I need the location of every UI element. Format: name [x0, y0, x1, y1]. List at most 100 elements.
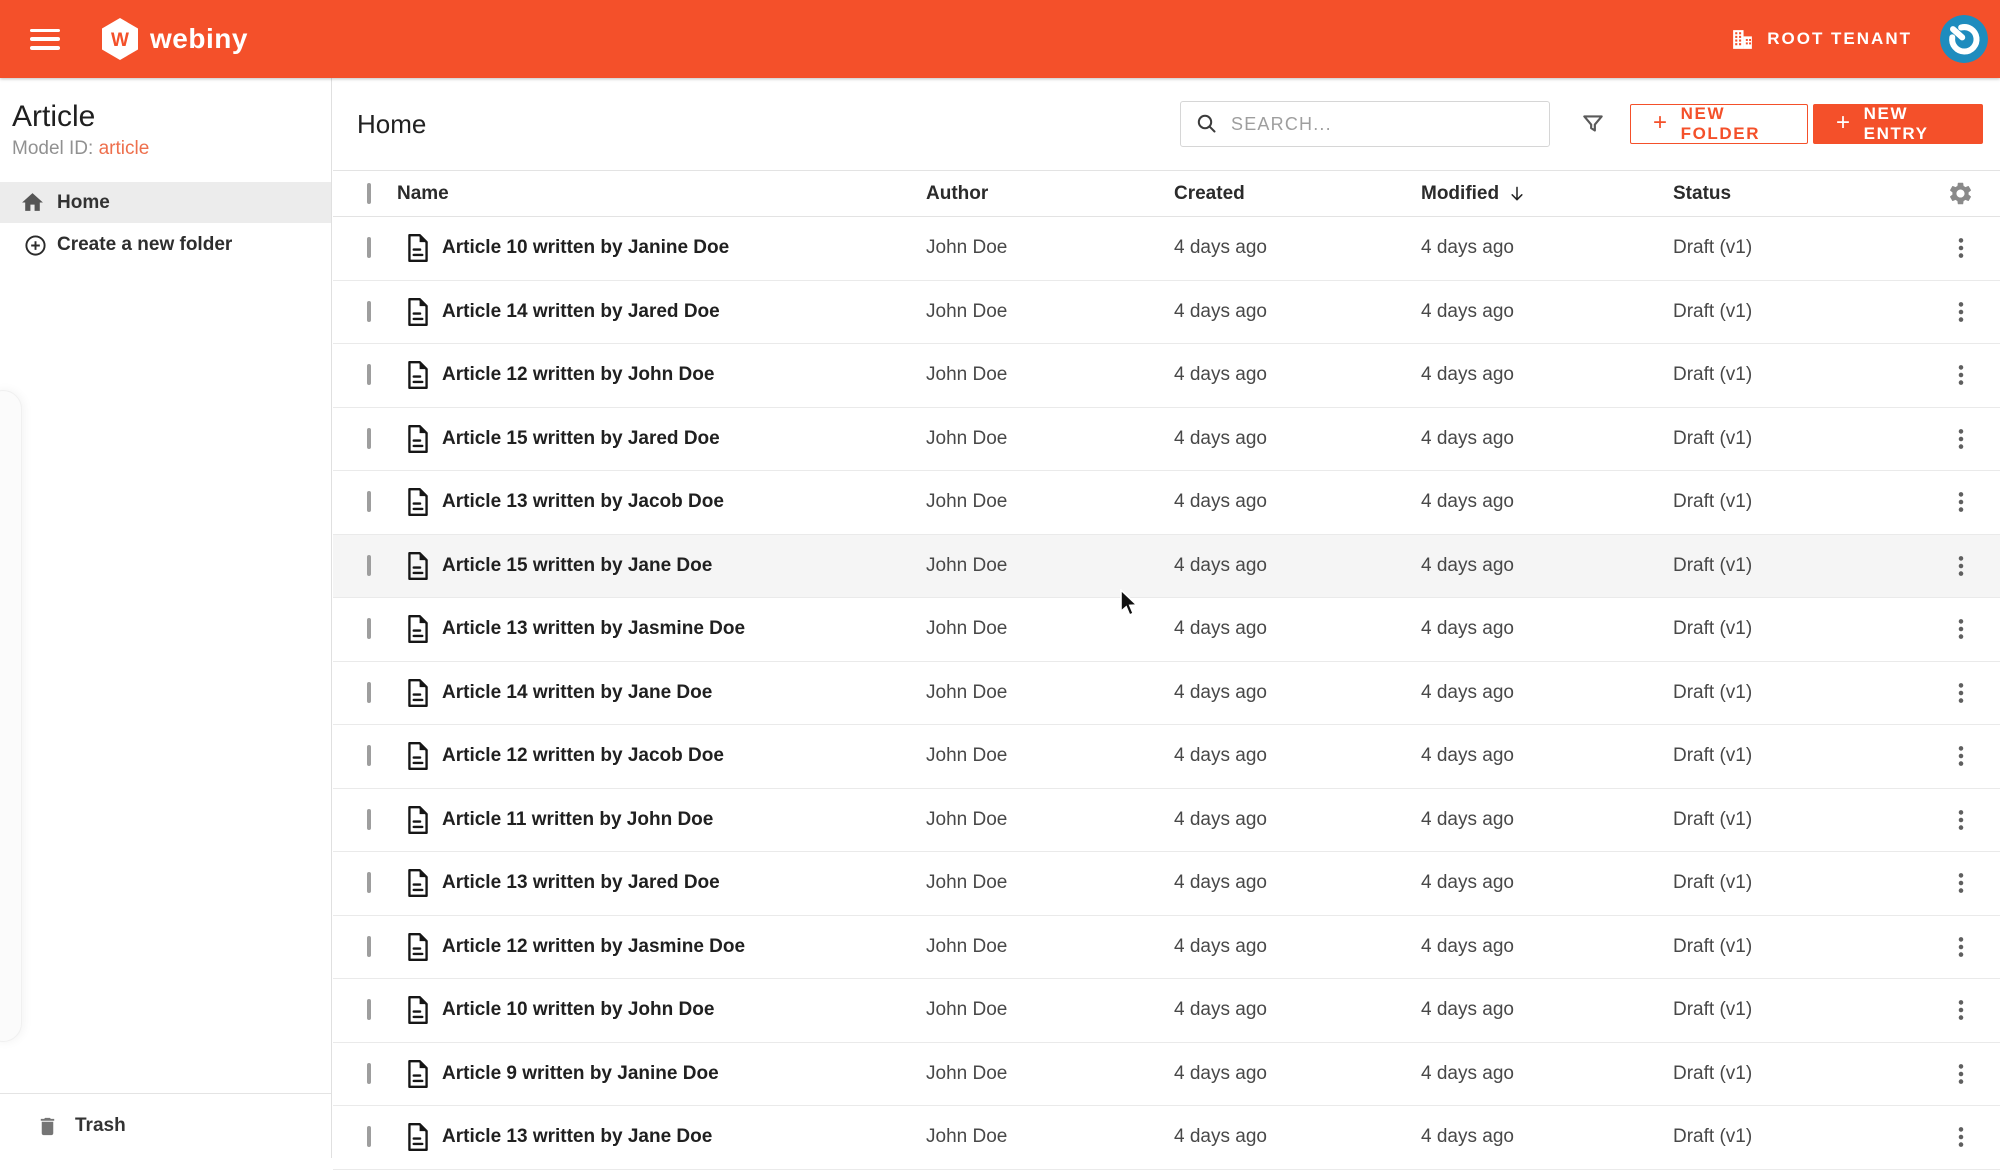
- row-checkbox[interactable]: [367, 428, 371, 449]
- table-row[interactable]: Article 12 written by John Doe John Doe …: [333, 344, 2000, 408]
- filter-button[interactable]: [1576, 107, 1610, 141]
- hamburger-menu-icon[interactable]: [30, 29, 60, 50]
- table-row[interactable]: Article 14 written by Jared Doe John Doe…: [333, 281, 2000, 345]
- column-header-status[interactable]: Status: [1673, 183, 1921, 205]
- row-menu-button[interactable]: [1944, 866, 1978, 900]
- row-menu-button[interactable]: [1944, 485, 1978, 519]
- row-name[interactable]: Article 13 written by Jacob Doe: [442, 491, 724, 513]
- row-menu-button[interactable]: [1944, 739, 1978, 773]
- row-menu-button[interactable]: [1944, 549, 1978, 583]
- row-modified: 4 days ago: [1421, 491, 1673, 513]
- row-author: John Doe: [926, 872, 1174, 894]
- row-author: John Doe: [926, 1126, 1174, 1148]
- table-row[interactable]: Article 14 written by Jane Doe John Doe …: [333, 662, 2000, 726]
- table-row[interactable]: Article 13 written by Jasmine Doe John D…: [333, 598, 2000, 662]
- new-folder-button[interactable]: + NEW FOLDER: [1630, 104, 1808, 144]
- table-row[interactable]: Article 9 written by Janine Doe John Doe…: [333, 1043, 2000, 1107]
- row-created: 4 days ago: [1174, 1126, 1421, 1148]
- column-header-author[interactable]: Author: [926, 183, 1174, 205]
- row-menu-button[interactable]: [1944, 612, 1978, 646]
- brand-wordmark: webiny: [150, 23, 248, 55]
- table-row[interactable]: Article 13 written by Jacob Doe John Doe…: [333, 471, 2000, 535]
- row-menu-button[interactable]: [1944, 295, 1978, 329]
- row-checkbox[interactable]: [367, 745, 371, 766]
- row-name[interactable]: Article 15 written by Jared Doe: [442, 428, 720, 450]
- tenant-selector[interactable]: ROOT TENANT: [1730, 27, 1912, 52]
- row-created: 4 days ago: [1174, 809, 1421, 831]
- row-checkbox[interactable]: [367, 936, 371, 957]
- row-menu-button[interactable]: [1944, 803, 1978, 837]
- row-checkbox[interactable]: [367, 1126, 371, 1147]
- row-author: John Doe: [926, 428, 1174, 450]
- row-name[interactable]: Article 9 written by Janine Doe: [442, 1063, 719, 1085]
- row-name[interactable]: Article 11 written by John Doe: [442, 809, 713, 831]
- table-row[interactable]: Article 10 written by John Doe John Doe …: [333, 979, 2000, 1043]
- row-menu-button[interactable]: [1944, 676, 1978, 710]
- select-all-checkbox[interactable]: [367, 183, 371, 204]
- row-modified: 4 days ago: [1421, 809, 1673, 831]
- table-row[interactable]: Article 10 written by Janine Doe John Do…: [333, 217, 2000, 281]
- row-name[interactable]: Article 12 written by John Doe: [442, 364, 714, 386]
- row-checkbox[interactable]: [367, 491, 371, 512]
- avatar[interactable]: [1940, 15, 1988, 63]
- row-checkbox[interactable]: [367, 872, 371, 893]
- row-created: 4 days ago: [1174, 936, 1421, 958]
- table-row[interactable]: Article 13 written by Jane Doe John Doe …: [333, 1106, 2000, 1170]
- row-checkbox[interactable]: [367, 364, 371, 385]
- row-checkbox[interactable]: [367, 301, 371, 322]
- webiny-logo[interactable]: W webiny: [100, 17, 248, 61]
- row-menu-button[interactable]: [1944, 358, 1978, 392]
- document-icon: [405, 360, 431, 390]
- new-entry-button[interactable]: + NEW ENTRY: [1813, 104, 1983, 144]
- row-name[interactable]: Article 10 written by John Doe: [442, 999, 714, 1021]
- trash-icon: [36, 1115, 59, 1138]
- row-checkbox[interactable]: [367, 555, 371, 576]
- row-name[interactable]: Article 14 written by Jane Doe: [442, 682, 712, 704]
- row-menu-button[interactable]: [1944, 1120, 1978, 1154]
- row-checkbox[interactable]: [367, 1063, 371, 1084]
- row-author: John Doe: [926, 682, 1174, 704]
- column-header-modified[interactable]: Modified: [1421, 183, 1673, 205]
- row-name[interactable]: Article 14 written by Jared Doe: [442, 301, 720, 323]
- row-checkbox[interactable]: [367, 237, 371, 258]
- building-icon: [1730, 27, 1755, 52]
- row-status: Draft (v1): [1673, 237, 1921, 259]
- search-input[interactable]: [1231, 114, 1549, 135]
- table-row[interactable]: Article 12 written by Jacob Doe John Doe…: [333, 725, 2000, 789]
- trash-item[interactable]: Trash: [0, 1093, 331, 1158]
- row-name[interactable]: Article 13 written by Jasmine Doe: [442, 618, 745, 640]
- row-name[interactable]: Article 13 written by Jared Doe: [442, 872, 720, 894]
- table-row[interactable]: Article 12 written by Jasmine Doe John D…: [333, 916, 2000, 980]
- create-folder-item[interactable]: Create a new folder: [0, 223, 331, 267]
- row-modified: 4 days ago: [1421, 682, 1673, 704]
- row-menu-button[interactable]: [1944, 422, 1978, 456]
- row-modified: 4 days ago: [1421, 555, 1673, 577]
- row-checkbox[interactable]: [367, 682, 371, 703]
- row-menu-button[interactable]: [1944, 930, 1978, 964]
- row-name[interactable]: Article 10 written by Janine Doe: [442, 237, 729, 259]
- row-name[interactable]: Article 12 written by Jasmine Doe: [442, 936, 745, 958]
- table-row[interactable]: Article 15 written by Jane Doe John Doe …: [333, 535, 2000, 599]
- table-row[interactable]: Article 11 written by John Doe John Doe …: [333, 789, 2000, 853]
- row-name[interactable]: Article 15 written by Jane Doe: [442, 555, 712, 577]
- tenant-label: ROOT TENANT: [1767, 29, 1912, 49]
- sidebar-item-home[interactable]: Home: [0, 182, 331, 223]
- row-checkbox[interactable]: [367, 809, 371, 830]
- row-checkbox[interactable]: [367, 618, 371, 639]
- gear-icon[interactable]: [1944, 177, 1978, 211]
- row-name[interactable]: Article 12 written by Jacob Doe: [442, 745, 724, 767]
- row-checkbox[interactable]: [367, 999, 371, 1020]
- row-menu-button[interactable]: [1944, 231, 1978, 265]
- search-icon: [1195, 112, 1219, 136]
- column-header-created[interactable]: Created: [1174, 183, 1421, 205]
- row-status: Draft (v1): [1673, 682, 1921, 704]
- table-row[interactable]: Article 15 written by Jared Doe John Doe…: [333, 408, 2000, 472]
- row-created: 4 days ago: [1174, 428, 1421, 450]
- row-status: Draft (v1): [1673, 936, 1921, 958]
- row-created: 4 days ago: [1174, 745, 1421, 767]
- row-name[interactable]: Article 13 written by Jane Doe: [442, 1126, 712, 1148]
- column-header-name[interactable]: Name: [397, 183, 926, 205]
- row-menu-button[interactable]: [1944, 1057, 1978, 1091]
- row-menu-button[interactable]: [1944, 993, 1978, 1027]
- table-row[interactable]: Article 13 written by Jared Doe John Doe…: [333, 852, 2000, 916]
